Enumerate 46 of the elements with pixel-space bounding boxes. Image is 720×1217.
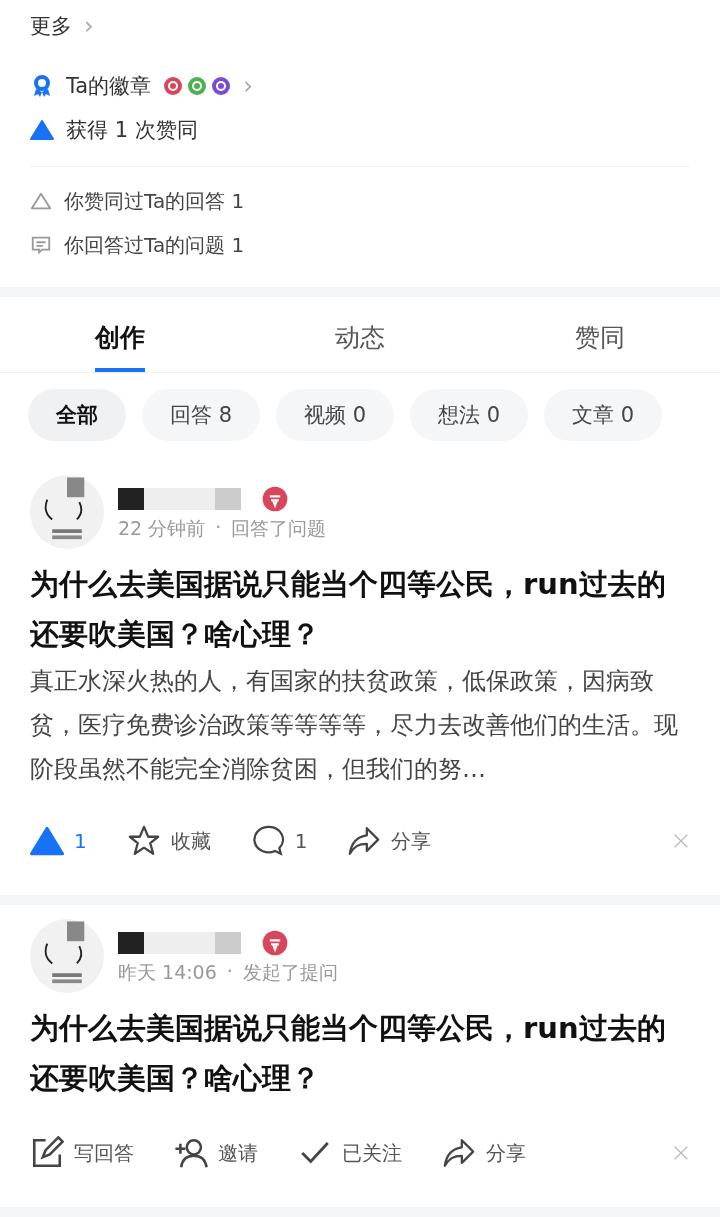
tab[interactable]: 赞同	[575, 317, 625, 372]
upvote-count: 获得 1 次赞同	[66, 117, 198, 144]
action-button[interactable]: 已关注	[298, 1136, 402, 1170]
action-button[interactable]: 分享	[347, 824, 432, 858]
badge-icon	[262, 930, 288, 956]
triangle-icon	[30, 118, 54, 142]
answer-excerpt[interactable]: 真正水深火热的人，有国家的扶贫政策，低保政策，因病致贫，医疗免费诊治政策等等等等，尽力去改善他们的生活。现阶段虽然不能完全消除贫困，但我们的努…	[30, 659, 690, 791]
badge-icon	[262, 486, 288, 512]
close-icon[interactable]	[672, 1144, 690, 1162]
question-title[interactable]: 为什么去美国据说只能当个四等公民，run过去的还要吹美国？啥心理？	[30, 559, 690, 659]
add-person-icon	[174, 1136, 208, 1170]
relation-text[interactable]: 你赞同过Ta的回答 1	[64, 187, 245, 215]
filter-chip[interactable]: 文章 0	[544, 389, 663, 441]
question-title[interactable]: 为什么去美国据说只能当个四等公民，run过去的还要吹美国？啥心理？	[30, 1003, 690, 1103]
relation-text[interactable]: 你回答过Ta的问题 1	[64, 231, 245, 259]
upvote-icon	[30, 824, 64, 858]
filter-chip[interactable]: 回答 8	[142, 389, 261, 441]
close-icon[interactable]	[672, 832, 690, 850]
more-link[interactable]: 更多	[30, 12, 72, 40]
action-button[interactable]: 邀请	[174, 1136, 258, 1170]
filter-chip[interactable]: 想法 0	[410, 389, 529, 441]
tab[interactable]: 动态	[335, 317, 385, 372]
separator-dot: ·	[226, 960, 233, 984]
share-icon	[442, 1136, 476, 1170]
action-button[interactable]: 分享	[442, 1136, 526, 1170]
comment-icon	[250, 824, 285, 858]
tab[interactable]: 创作	[95, 317, 145, 372]
share-icon	[347, 824, 382, 858]
post-time: 昨天 14:06	[118, 960, 217, 985]
separator-dot: ·	[215, 516, 222, 540]
action-button[interactable]: 写回答	[30, 1136, 134, 1170]
chevron-icon: ›	[84, 12, 94, 40]
action-button[interactable]: 1	[250, 824, 308, 858]
action-button[interactable]: 收藏	[126, 824, 211, 858]
post-time: 22 分钟前	[118, 516, 206, 541]
triangle-icon	[30, 190, 52, 212]
star-icon	[126, 824, 161, 858]
post-action: 发起了提问	[242, 960, 338, 985]
comment-icon	[30, 234, 52, 256]
post-action: 回答了问题	[231, 516, 327, 541]
chevron-icon: ›	[243, 72, 253, 100]
filter-chip[interactable]: 全部	[28, 389, 126, 441]
badges-label[interactable]: Ta的徽章	[66, 72, 152, 100]
action-button[interactable]: 1	[30, 824, 87, 858]
pencil-icon	[30, 1136, 64, 1170]
filter-chip[interactable]: 视频 0	[276, 389, 395, 441]
